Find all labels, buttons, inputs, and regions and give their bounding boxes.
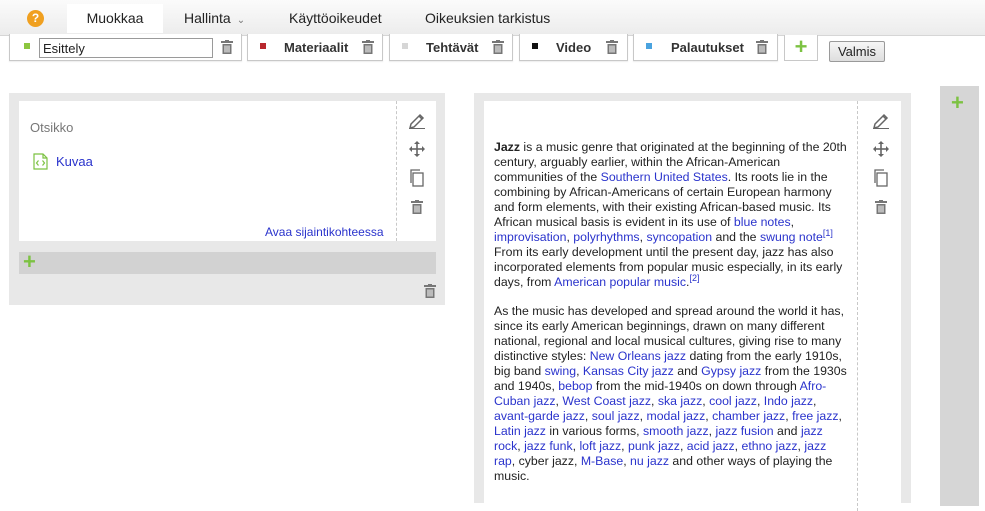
- article-link[interactable]: loft jazz: [579, 439, 621, 453]
- article-link[interactable]: jazz fusion: [715, 424, 773, 438]
- article-link[interactable]: swung note: [760, 230, 823, 244]
- copy-icon[interactable]: [872, 169, 890, 187]
- article-link[interactable]: ethno jazz: [741, 439, 797, 453]
- block-title: Otsikko: [30, 120, 74, 135]
- top-menu-bar: ? Muokkaa Hallinta ⌄ Käyttöoikeudet Oikeu…: [0, 0, 985, 36]
- trash-icon[interactable]: [362, 40, 374, 54]
- article-paragraph: Jazz is a music genre that originated at…: [494, 140, 847, 289]
- tab-oikeuksien-tarkistus[interactable]: Oikeuksien tarkistus: [407, 4, 568, 33]
- middle-column: Jazz is a music genre that originated at…: [474, 93, 911, 511]
- section-color-marker: [260, 43, 266, 49]
- trash-icon[interactable]: [424, 284, 436, 298]
- article-link[interactable]: chamber jazz: [712, 409, 785, 423]
- section-tab-label: Video: [556, 40, 592, 55]
- article-link[interactable]: polyrhythms: [573, 230, 639, 244]
- article-link[interactable]: blue notes: [734, 215, 791, 229]
- term: Jazz: [494, 140, 520, 154]
- article-link[interactable]: ska jazz: [658, 394, 702, 408]
- article-link[interactable]: Southern United States: [601, 170, 728, 184]
- trash-icon[interactable]: [756, 40, 768, 54]
- section-color-marker: [532, 43, 538, 49]
- article-link[interactable]: American popular music: [554, 275, 686, 289]
- trash-icon[interactable]: [411, 200, 423, 214]
- chevron-down-icon: ⌄: [236, 15, 246, 26]
- section-name-input[interactable]: [39, 38, 213, 58]
- help-icon[interactable]: ?: [27, 10, 44, 27]
- tab-hallinta[interactable]: Hallinta ⌄: [166, 4, 263, 33]
- article-paragraph: As the music has developed and spread ar…: [494, 304, 847, 483]
- section-tab-palautukset[interactable]: Palautukset: [633, 34, 778, 61]
- article-link[interactable]: soul jazz: [592, 409, 640, 423]
- code-file-icon: [33, 153, 48, 170]
- article-link[interactable]: free jazz: [792, 409, 838, 423]
- trash-icon[interactable]: [875, 200, 887, 214]
- trash-icon[interactable]: [221, 40, 233, 54]
- add-section-button[interactable]: +: [784, 35, 818, 61]
- toolbar-divider: [857, 101, 858, 511]
- article-link[interactable]: avant-garde jazz: [494, 409, 585, 423]
- left-column: Otsikko Kuvaa Avaa sijaintikohteessa +: [9, 93, 445, 305]
- move-icon[interactable]: [408, 140, 426, 158]
- citation-link[interactable]: [2]: [689, 273, 699, 283]
- pencil-icon[interactable]: [872, 111, 890, 129]
- article-link[interactable]: Gypsy jazz: [701, 364, 761, 378]
- article-link[interactable]: improvisation: [494, 230, 566, 244]
- embed-link[interactable]: Kuvaa: [56, 154, 93, 169]
- section-tab-label: Tehtävät: [426, 40, 479, 55]
- article-link[interactable]: punk jazz: [628, 439, 680, 453]
- copy-icon[interactable]: [408, 169, 426, 187]
- article-link[interactable]: M-Base: [581, 454, 623, 468]
- trash-icon[interactable]: [492, 40, 504, 54]
- tab-muokkaa[interactable]: Muokkaa: [67, 4, 163, 33]
- section-color-marker: [24, 43, 30, 49]
- done-button[interactable]: Valmis: [829, 41, 885, 62]
- right-column: +: [940, 86, 979, 506]
- open-in-location-link[interactable]: Avaa sijaintikohteessa: [265, 225, 384, 239]
- article-link[interactable]: nu jazz: [630, 454, 669, 468]
- article-link[interactable]: Latin jazz: [494, 424, 546, 438]
- section-color-marker: [646, 43, 652, 49]
- article-link[interactable]: smooth jazz: [643, 424, 709, 438]
- article-link[interactable]: bebop: [558, 379, 592, 393]
- section-tab-active[interactable]: [9, 34, 242, 61]
- pencil-icon[interactable]: [408, 111, 426, 129]
- trash-icon[interactable]: [606, 40, 618, 54]
- move-icon[interactable]: [872, 140, 890, 158]
- article-link[interactable]: Kansas City jazz: [583, 364, 674, 378]
- section-tab-materiaalit[interactable]: Materiaalit: [247, 34, 383, 61]
- tab-hallinta-label: Hallinta: [184, 10, 231, 26]
- section-tab-tehtavat[interactable]: Tehtävät: [389, 34, 513, 61]
- citation-link[interactable]: [1]: [823, 228, 833, 238]
- content-block: Jazz is a music genre that originated at…: [484, 101, 901, 511]
- tab-kayttooikeudet[interactable]: Käyttöoikeudet: [271, 4, 400, 33]
- article-link[interactable]: cool jazz: [709, 394, 757, 408]
- article-link[interactable]: acid jazz: [687, 439, 735, 453]
- add-column-button[interactable]: +: [951, 90, 964, 116]
- section-tab-label: Materiaalit: [284, 40, 349, 55]
- add-block-bar[interactable]: +: [19, 249, 436, 275]
- add-block-button[interactable]: +: [23, 249, 36, 275]
- article-text: Jazz is a music genre that originated at…: [494, 140, 848, 498]
- article-link[interactable]: swing: [545, 364, 576, 378]
- article-link[interactable]: jazz funk: [524, 439, 573, 453]
- section-color-marker: [402, 43, 408, 49]
- article-link[interactable]: West Coast jazz: [562, 394, 651, 408]
- toolbar-divider: [396, 101, 397, 241]
- article-link[interactable]: Indo jazz: [764, 394, 813, 408]
- section-tab-label: Palautukset: [671, 40, 744, 55]
- article-link[interactable]: syncopation: [646, 230, 712, 244]
- article-link[interactable]: modal jazz: [646, 409, 705, 423]
- section-tab-video[interactable]: Video: [519, 34, 628, 61]
- content-block: Otsikko Kuvaa Avaa sijaintikohteessa: [19, 101, 436, 241]
- citation: [2]: [689, 273, 699, 283]
- citation: [1]: [823, 228, 833, 238]
- article-link[interactable]: New Orleans jazz: [590, 349, 686, 363]
